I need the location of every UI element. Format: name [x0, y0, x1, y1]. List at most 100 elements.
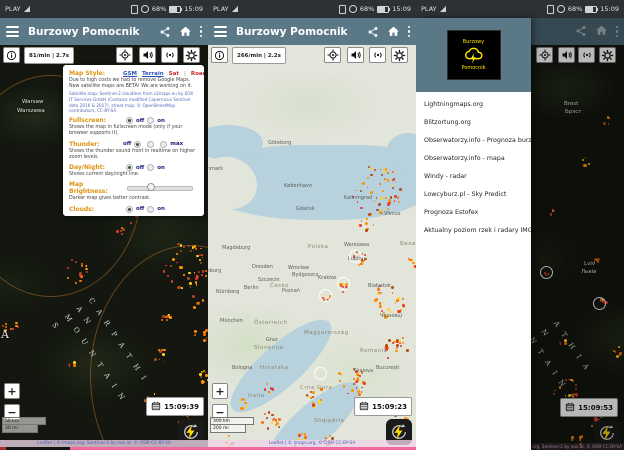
cloud-lightning-icon — [463, 46, 485, 64]
thunder-radio-3[interactable] — [160, 141, 167, 148]
home-icon[interactable] — [179, 25, 192, 38]
lightning-strike-dot — [196, 276, 198, 278]
home-icon[interactable] — [387, 25, 400, 38]
zoom-in-button[interactable]: + — [4, 383, 20, 399]
fullscreen-off-radio[interactable] — [126, 117, 133, 124]
settings-button[interactable] — [391, 47, 408, 63]
drawer-menu-item[interactable]: Aktualny poziom rzek i radary IMGW — [416, 221, 531, 239]
clouds-off-radio[interactable] — [126, 206, 133, 213]
notification-icon — [339, 5, 346, 14]
alarm-icon — [557, 5, 565, 13]
app-logo: Burzowy Pomocnik — [447, 30, 501, 80]
off-label: off — [136, 118, 144, 124]
lightning-strike-dot — [267, 427, 270, 430]
menu-icon[interactable] — [6, 26, 19, 37]
scale-bar: 50 km 30 mi — [2, 417, 46, 433]
locate-button[interactable] — [324, 47, 341, 63]
lightning-strike-dot — [387, 208, 389, 210]
clock-label: 15:09 — [392, 5, 411, 13]
notification-icon — [131, 5, 138, 14]
clouds-on-radio[interactable] — [147, 206, 154, 213]
map-label: Kraków — [318, 275, 336, 281]
drawer-menu-item[interactable]: Blitzortung.org — [416, 113, 531, 131]
lightning-strike-dot — [400, 345, 402, 347]
daynight-off-radio[interactable] — [126, 164, 133, 171]
timestamp-chip[interactable]: 15:09:39 — [146, 397, 204, 416]
drawer-menu-item[interactable]: Windy - radar — [416, 167, 531, 185]
strike-rate-label: 266/min | 2.2s — [232, 47, 286, 64]
daynight-on-radio[interactable] — [147, 164, 154, 171]
settings-button[interactable] — [183, 47, 200, 63]
lightning-strike-dot — [200, 262, 202, 264]
overflow-menu-icon[interactable] — [408, 26, 411, 38]
lightning-strike-dot — [86, 265, 88, 267]
map-style-roads[interactable]: Roads — [191, 71, 204, 77]
lightning-strike-dot — [264, 388, 267, 391]
info-button[interactable] — [3, 47, 20, 63]
share-icon[interactable] — [159, 26, 171, 38]
lightning-strike-dot — [166, 316, 168, 318]
drawer-scrim[interactable] — [531, 18, 624, 450]
brightness-label: Map Brightness: — [69, 181, 123, 195]
calendar-icon — [359, 401, 369, 413]
share-icon[interactable] — [367, 26, 379, 38]
lightning-strike-dot — [268, 411, 271, 414]
info-button[interactable] — [211, 47, 228, 63]
detector-signal-button[interactable] — [161, 47, 178, 63]
brightness-slider[interactable] — [127, 186, 193, 191]
sound-button[interactable] — [139, 47, 156, 63]
notification-icon — [547, 5, 554, 14]
map-label: Dresden — [252, 264, 273, 270]
overflow-menu-icon[interactable] — [200, 26, 203, 38]
lightning-strike-dot — [388, 339, 391, 342]
map-style-gsm[interactable]: GSM — [123, 71, 137, 77]
timestamp-chip[interactable]: 15:09:23 — [354, 397, 412, 416]
recent-strike-ring — [337, 277, 350, 290]
lightning-strike-dot — [361, 387, 363, 389]
lightning-map[interactable]: 266/min | 2.2s + − 300 km 200 mi 15:09:2… — [208, 45, 416, 450]
detector-signal-button[interactable] — [369, 47, 386, 63]
lightning-strike-dot — [5, 323, 7, 325]
map-label: Graz — [266, 337, 278, 343]
map-label: Shqipëria — [314, 418, 345, 424]
zoom-in-button[interactable]: + — [212, 383, 228, 399]
lightning-strike-dot — [377, 293, 379, 295]
locate-button[interactable] — [116, 47, 133, 63]
map-label: Romania — [360, 348, 388, 354]
battery-percent: 68% — [360, 5, 374, 13]
battery-percent: 68% — [152, 5, 166, 13]
logo-text-line2: Pomocnik — [461, 65, 485, 71]
lightning-map-dimmed[interactable]: A T H I A N N T A I N S 15:09:53 org, Se… — [531, 18, 624, 450]
drawer-menu-item[interactable]: Lowcyburz.pl - Sky Predict — [416, 185, 531, 203]
lightning-strike-dot — [312, 391, 315, 394]
fullscreen-on-radio[interactable] — [147, 117, 154, 124]
lightning-strike-dot — [358, 393, 361, 396]
daynight-desc: Shows current day/night line. — [69, 172, 198, 178]
lightning-map[interactable]: C A R P A T H I A N M O U N T A I N S 81… — [0, 45, 208, 450]
drawer-menu-item[interactable]: Lightningmaps.org — [416, 95, 531, 113]
lightning-strike-dot — [179, 266, 182, 269]
map-style-sat[interactable]: Sat — [169, 71, 179, 77]
lightning-strike-dot — [359, 375, 361, 377]
map-style-terrain[interactable]: Terrain — [142, 71, 164, 77]
strike-rate-label: 81/min | 2.7s — [24, 47, 74, 64]
lightning-strike-dot — [379, 305, 382, 308]
thunder-radio-2[interactable] — [147, 141, 154, 148]
lightning-strike-dot — [387, 357, 389, 359]
lightning-strike-dot — [367, 177, 369, 179]
slider-thumb[interactable] — [147, 183, 155, 191]
map-label: Crna Gora — [300, 385, 332, 391]
lightning-strike-dot — [395, 350, 398, 353]
map-label: Magdeburg — [222, 245, 250, 251]
lightning-strike-dot — [318, 400, 321, 403]
thunder-max-label: max — [170, 141, 183, 147]
lightning-strike-dot — [380, 292, 382, 294]
drawer-menu-item[interactable]: Obserwatorzy.info - mapa — [416, 149, 531, 167]
drawer-menu-item[interactable]: Prognoza Estofex — [416, 203, 531, 221]
lightning-strike-dot — [391, 286, 394, 289]
thunder-radio-1[interactable] — [134, 141, 141, 148]
menu-icon[interactable] — [214, 26, 227, 37]
sound-button[interactable] — [347, 47, 364, 63]
timestamp-label: 15:09:23 — [372, 403, 407, 411]
drawer-menu-item[interactable]: Obserwatorzy.info - Prognoza burz — [416, 131, 531, 149]
